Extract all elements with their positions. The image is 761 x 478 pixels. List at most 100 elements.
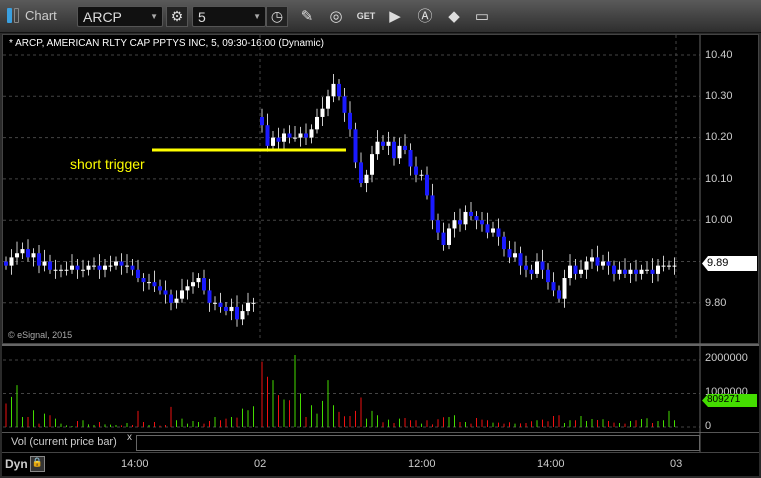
candle-body bbox=[265, 125, 270, 146]
candle-body bbox=[271, 137, 275, 146]
candle-body bbox=[86, 265, 91, 270]
candle-body bbox=[59, 269, 63, 271]
candle-body bbox=[130, 265, 135, 270]
candle-body bbox=[246, 302, 250, 312]
candle-body bbox=[163, 290, 168, 295]
candle-body bbox=[595, 257, 600, 266]
candle-body bbox=[4, 261, 8, 266]
candle-body bbox=[403, 145, 407, 150]
candle-body bbox=[108, 265, 113, 267]
candle-body bbox=[235, 306, 239, 320]
candle-body bbox=[562, 278, 567, 299]
candle-body bbox=[174, 298, 179, 303]
candle-body bbox=[9, 257, 14, 266]
candle-body bbox=[191, 282, 195, 287]
candle-body bbox=[381, 141, 385, 146]
candle-body bbox=[276, 137, 281, 142]
candle-body bbox=[97, 265, 102, 270]
candle-body bbox=[251, 302, 256, 304]
candle-body bbox=[606, 261, 611, 266]
candle-body bbox=[667, 265, 671, 267]
candle-body bbox=[353, 129, 358, 163]
candle-body bbox=[469, 211, 473, 217]
candle-body bbox=[419, 174, 424, 176]
candle-body bbox=[447, 228, 451, 245]
candle-body bbox=[315, 116, 319, 130]
candle-body bbox=[436, 220, 440, 233]
candle-body bbox=[496, 228, 501, 237]
candle-body bbox=[485, 224, 490, 233]
candle-body bbox=[202, 278, 206, 291]
candle-body bbox=[430, 195, 435, 221]
candle-body bbox=[546, 269, 550, 283]
candle-body bbox=[342, 96, 347, 113]
candle-body bbox=[458, 220, 462, 225]
candle-body bbox=[81, 269, 85, 271]
candle-body bbox=[293, 137, 297, 139]
candle-body bbox=[650, 269, 655, 274]
candle-body bbox=[20, 249, 25, 254]
candle-body bbox=[48, 261, 52, 270]
candle-body bbox=[53, 269, 58, 271]
candle-body bbox=[628, 269, 633, 274]
candle-body bbox=[298, 133, 303, 138]
candle-body bbox=[645, 269, 649, 271]
candle-body bbox=[529, 269, 534, 274]
candle-body bbox=[639, 269, 644, 274]
candle-body bbox=[601, 261, 605, 266]
candle-body bbox=[491, 228, 495, 233]
candle-body bbox=[364, 174, 369, 184]
candle-body bbox=[326, 96, 330, 109]
candle-body bbox=[463, 211, 468, 225]
candle-body bbox=[147, 282, 151, 284]
candle-body bbox=[507, 249, 512, 258]
candle-body bbox=[185, 286, 190, 291]
candle-body bbox=[579, 269, 583, 274]
candle-body bbox=[114, 261, 118, 266]
candle-body bbox=[375, 141, 380, 155]
candle-body bbox=[169, 294, 173, 303]
candle-body bbox=[229, 306, 234, 312]
candle-body bbox=[320, 108, 325, 117]
candle-body bbox=[568, 265, 572, 279]
candle-body bbox=[513, 253, 517, 258]
candle-body bbox=[260, 116, 264, 126]
candle-body bbox=[540, 261, 545, 270]
candle-body bbox=[623, 269, 627, 274]
candle-body bbox=[524, 265, 528, 270]
candle-body bbox=[661, 265, 666, 267]
candle-body bbox=[480, 220, 484, 225]
candle-body bbox=[518, 253, 523, 266]
candle-body bbox=[218, 302, 223, 307]
candle-body bbox=[224, 306, 228, 312]
candle-body bbox=[125, 265, 129, 267]
candle-body bbox=[474, 216, 479, 221]
candle-body bbox=[136, 269, 140, 279]
candle-body bbox=[64, 269, 69, 271]
candle-body bbox=[141, 278, 146, 283]
candle-body bbox=[617, 269, 622, 274]
candle-body bbox=[452, 220, 457, 229]
candle-body bbox=[408, 149, 413, 167]
candle-body bbox=[92, 265, 96, 267]
candle-body bbox=[634, 269, 638, 274]
candle-body bbox=[551, 282, 556, 291]
candle-body bbox=[557, 290, 561, 299]
candle-body bbox=[359, 162, 363, 184]
candle-body bbox=[348, 112, 352, 130]
candle-body bbox=[502, 236, 506, 250]
candle-body bbox=[75, 265, 80, 270]
candle-body bbox=[441, 232, 446, 245]
candle-body bbox=[152, 282, 157, 287]
candle-body bbox=[331, 83, 336, 97]
candle-body bbox=[240, 311, 245, 320]
candle-body bbox=[103, 265, 107, 270]
candle-body bbox=[612, 265, 616, 274]
candle-body bbox=[70, 265, 74, 270]
candle-body bbox=[207, 290, 212, 303]
candle-body bbox=[42, 261, 47, 266]
candle-body bbox=[119, 261, 124, 266]
candle-body bbox=[26, 249, 30, 258]
candle-body bbox=[309, 129, 314, 138]
candle-body bbox=[196, 278, 201, 283]
